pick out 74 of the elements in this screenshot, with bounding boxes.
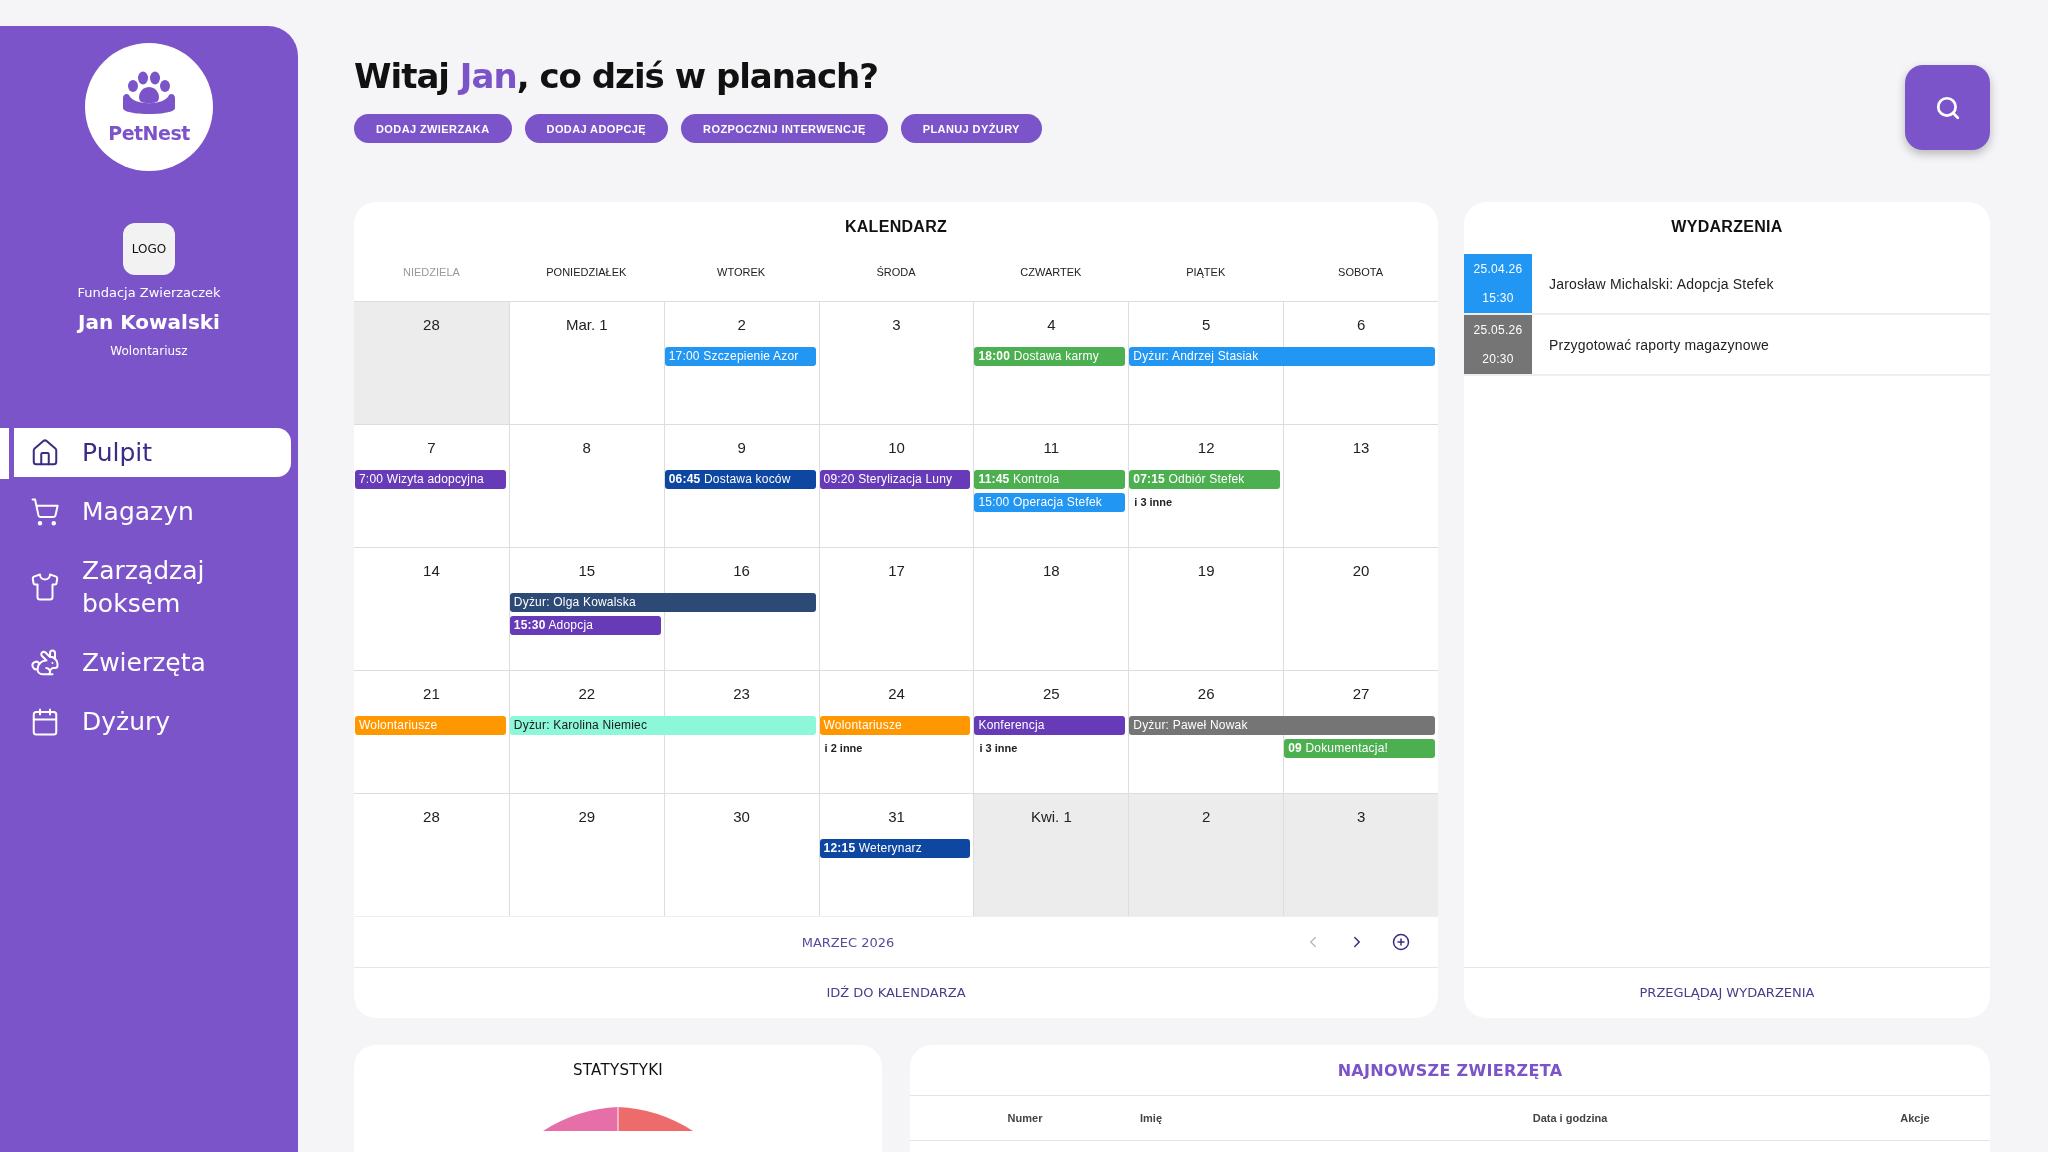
- calendar-event[interactable]: 15:30 Adopcja: [509, 616, 661, 635]
- day-cell[interactable]: 28: [354, 301, 509, 424]
- home-icon: [30, 437, 60, 468]
- column-header: Data i godzina: [1531, 1112, 1609, 1124]
- organization-logo: LOGO: [123, 223, 175, 275]
- weekday-label: PONIEDZIAŁEK: [545, 265, 628, 278]
- calendar-icon: [30, 706, 60, 737]
- cart-icon: [30, 496, 60, 527]
- newest-animals-title: NAJNOWSZE ZWIERZĘTA: [1337, 1060, 1563, 1082]
- day-cell[interactable]: 17: [818, 547, 974, 670]
- weekday-label: SOBOTA: [1337, 265, 1385, 278]
- day-cell[interactable]: 20: [1283, 547, 1438, 670]
- shirt-icon: [30, 572, 60, 602]
- day-cell[interactable]: Kwi. 1: [973, 793, 1129, 916]
- day-cell[interactable]: 2: [1128, 793, 1284, 916]
- rabbit-icon: [30, 647, 60, 678]
- weekday-label: PIĄTEK: [1185, 265, 1227, 278]
- day-cell[interactable]: 30: [663, 793, 819, 916]
- column-header: Imię: [1140, 1112, 1163, 1124]
- weekday-label: WTOREK: [716, 265, 767, 278]
- event-date: 25.05.26: [1473, 322, 1523, 337]
- weekday-label: CZWARTEK: [1019, 265, 1083, 278]
- day-cell[interactable]: 8: [508, 424, 664, 547]
- events-link[interactable]: PRZEGLĄDAJ WYDARZENIA: [1464, 967, 1990, 1018]
- organization-name: Fundacja Zwierzaczek: [77, 285, 221, 300]
- nav-item[interactable]: Zwierzęta: [14, 638, 291, 687]
- calendar-event[interactable]: Dyżur: Karolina Niemiec: [509, 716, 816, 735]
- calendar-title: KALENDARZ: [843, 217, 949, 237]
- calendar-event[interactable]: 06:45 Dostawa koców: [664, 470, 816, 489]
- day-cell[interactable]: 18: [973, 547, 1129, 670]
- user-name: Jan Kowalski: [78, 310, 220, 334]
- statistics-title: STATYSTYKI: [572, 1060, 664, 1081]
- calendar-event[interactable]: 09:20 Sterylizacja Luny: [819, 470, 971, 489]
- action-button[interactable]: PLANUJ DYŻURY: [900, 114, 1042, 143]
- calendar-event[interactable]: Dyżur: Paweł Nowak: [1129, 716, 1435, 735]
- greeting-title: Witaj Jan, co dziś w planach?: [354, 56, 880, 96]
- calendar-event[interactable]: Konferencja: [974, 716, 1126, 735]
- calendar-link[interactable]: IDŹ DO KALENDARZA: [354, 967, 1438, 1018]
- event-time: 20:30: [1482, 352, 1514, 367]
- plus-circle-icon: [1392, 933, 1410, 951]
- more-events-link[interactable]: i 3 inne: [979, 739, 1126, 758]
- events-title: WYDARZENIA: [1670, 217, 1784, 237]
- brand-name: PetNest: [108, 122, 190, 144]
- calendar-event[interactable]: 7:00 Wizyta adopcyjna: [355, 470, 506, 489]
- more-events-link[interactable]: i 3 inne: [1134, 493, 1281, 512]
- event-title: Przygotować raporty magazynowe: [1549, 336, 1769, 353]
- weekday-label: NIEDZIELA: [402, 265, 461, 278]
- nav-item[interactable]: Zarządzaj boksem: [14, 546, 291, 628]
- day-cell[interactable]: 29: [508, 793, 664, 916]
- event-title: Jarosław Michalski: Adopcja Stefek: [1549, 275, 1774, 292]
- day-cell[interactable]: 3: [1283, 793, 1438, 916]
- action-button[interactable]: ROZPOCZNIJ INTERWENCJĘ: [681, 114, 888, 143]
- column-header: Akcje: [1899, 1112, 1931, 1124]
- user-role: Wolontariusz: [110, 344, 188, 358]
- more-events-link[interactable]: i 2 inne: [824, 739, 971, 758]
- event-date: 25.04.26: [1473, 261, 1523, 276]
- calendar-event[interactable]: Dyżur: Olga Kowalska: [509, 593, 816, 612]
- day-cell[interactable]: 3: [818, 301, 974, 424]
- nav-item[interactable]: Magazyn: [14, 487, 291, 536]
- column-header: Numer: [1006, 1112, 1044, 1124]
- action-button[interactable]: DODAJ ADOPCJĘ: [524, 114, 669, 143]
- action-button[interactable]: DODAJ ZWIERZAKA: [354, 114, 512, 143]
- day-cell[interactable]: Mar. 1: [508, 301, 664, 424]
- selection-indicator: [0, 428, 9, 479]
- search-button[interactable]: [1905, 65, 1990, 150]
- day-cell[interactable]: 19: [1128, 547, 1284, 670]
- weekday-label: ŚRODA: [875, 265, 917, 278]
- event-time: 15:30: [1482, 291, 1514, 306]
- calendar-event[interactable]: 12:15 Weterynarz: [819, 839, 971, 858]
- nav-item[interactable]: Dyżury: [14, 697, 291, 746]
- month-label: MARZEC 2026: [800, 934, 896, 950]
- day-cell[interactable]: 13: [1283, 424, 1438, 547]
- search-icon: [1934, 94, 1961, 121]
- nav-item[interactable]: Pulpit: [14, 428, 291, 477]
